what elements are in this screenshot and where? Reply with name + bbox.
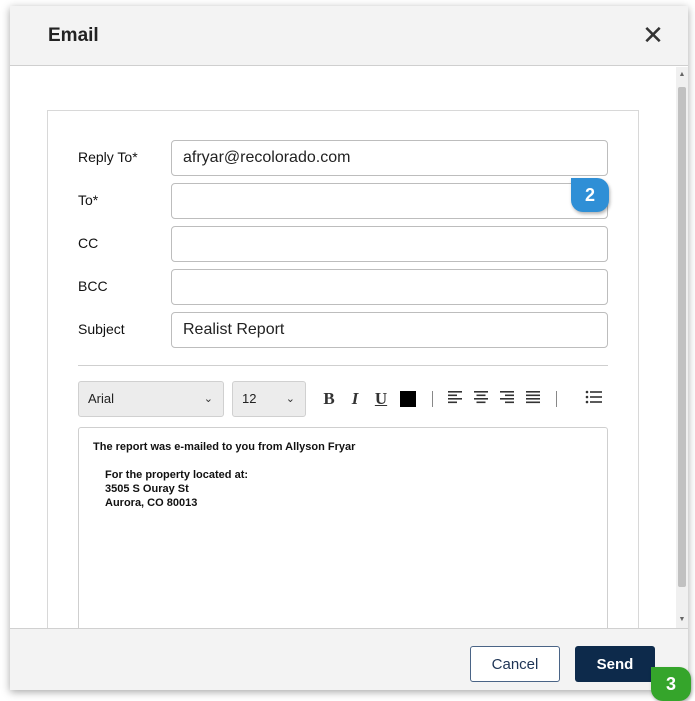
reply-to-input[interactable]: [171, 140, 608, 176]
bold-icon[interactable]: B: [318, 385, 340, 413]
align-left-icon[interactable]: [444, 385, 466, 413]
email-dialog: Email ✕ Reply To* To* CC BCC Subject: [10, 6, 688, 690]
scrollbar-thumb[interactable]: [678, 87, 686, 587]
scroll-down-icon[interactable]: ▼: [676, 614, 688, 626]
editor-line: 3505 S Ouray St: [105, 483, 189, 495]
to-input[interactable]: [171, 183, 608, 219]
italic-icon[interactable]: I: [344, 385, 366, 413]
subject-input[interactable]: [171, 312, 608, 348]
bcc-row: BCC: [78, 269, 608, 305]
bcc-label: BCC: [78, 278, 108, 294]
bcc-input[interactable]: [171, 269, 608, 305]
toolbar-separator: [432, 391, 433, 407]
chevron-down-icon: ⌄: [285, 393, 295, 405]
to-row: To*: [78, 183, 608, 219]
subject-row: Subject: [78, 312, 608, 348]
dialog-footer: Cancel Send: [10, 628, 688, 690]
font-size-value: 12: [242, 391, 257, 406]
cc-row: CC: [78, 226, 608, 262]
font-size-select[interactable]: 12 ⌄: [232, 381, 306, 417]
editor-line: For the property located at:: [105, 469, 249, 481]
close-icon[interactable]: ✕: [638, 20, 668, 50]
text-color-icon[interactable]: [400, 391, 416, 407]
font-family-value: Arial: [88, 391, 115, 406]
step-badge-send: 3: [651, 667, 691, 701]
cc-input[interactable]: [171, 226, 608, 262]
chevron-down-icon: ⌄: [203, 393, 213, 405]
message-editor[interactable]: The report was e-mailed to you from Ally…: [78, 427, 608, 628]
vertical-scrollbar[interactable]: ▲ ▼: [676, 67, 688, 628]
editor-toolbar: Arial ⌄ 12 ⌄ B I U: [78, 381, 608, 417]
cancel-button[interactable]: Cancel: [470, 646, 560, 682]
dialog-title: Email: [48, 25, 99, 46]
align-center-icon[interactable]: [470, 385, 492, 413]
editor-line: Aurora, CO 80013: [105, 497, 198, 509]
dialog-body: Reply To* To* CC BCC Subject: [10, 67, 676, 628]
send-button[interactable]: Send: [575, 646, 655, 682]
to-label: To*: [78, 192, 99, 208]
reply-to-row: Reply To*: [78, 140, 608, 176]
bullet-list-icon[interactable]: [582, 385, 606, 413]
justify-icon[interactable]: [522, 385, 544, 413]
dialog-header: Email ✕: [10, 6, 688, 66]
underline-icon[interactable]: U: [370, 385, 392, 413]
align-right-icon[interactable]: [496, 385, 518, 413]
subject-label: Subject: [78, 321, 125, 337]
form-divider: [78, 365, 608, 366]
toolbar-separator: [556, 391, 557, 407]
email-form-card: Reply To* To* CC BCC Subject: [47, 110, 639, 628]
editor-line: The report was e-mailed to you from Ally…: [93, 441, 356, 453]
font-family-select[interactable]: Arial ⌄: [78, 381, 224, 417]
step-badge-to: 2: [571, 178, 609, 212]
cc-label: CC: [78, 235, 99, 251]
reply-to-label: Reply To*: [78, 149, 138, 165]
scroll-up-icon[interactable]: ▲: [676, 69, 688, 81]
